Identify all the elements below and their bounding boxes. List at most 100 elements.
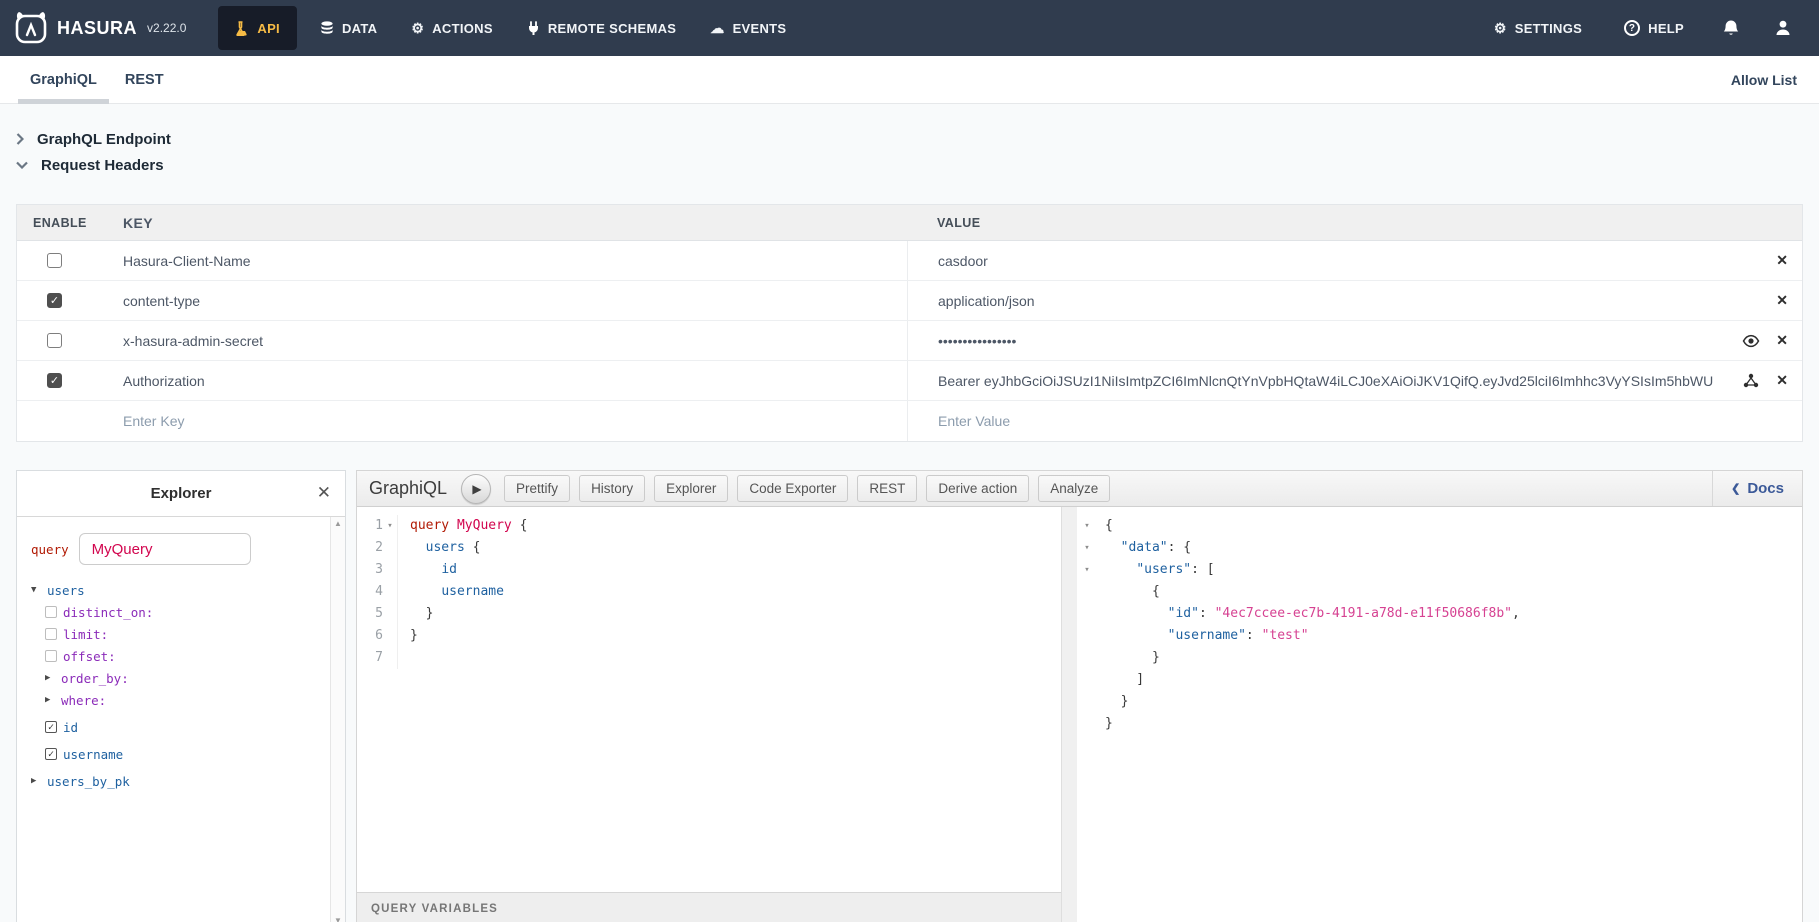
triangle-right-icon: ▶ — [45, 673, 55, 683]
graphql-endpoint-section-toggle[interactable]: GraphQL Endpoint — [16, 128, 1803, 150]
graphiql-card: GraphiQL ▶ Prettify History Explorer Cod… — [356, 470, 1803, 922]
nav-item-settings[interactable]: ⚙ SETTINGS — [1477, 0, 1599, 56]
tab-rest[interactable]: REST — [111, 56, 178, 104]
header-key[interactable]: x-hasura-admin-secret — [105, 333, 907, 349]
triangle-right-icon: ▶ — [45, 695, 55, 705]
header-value[interactable]: casdoor — [938, 253, 1760, 269]
tree-field-users-by-pk[interactable]: ▶ users_by_pk — [31, 774, 331, 788]
scroll-down-icon[interactable]: ▼ — [334, 916, 342, 922]
brand-name: HASURA — [57, 18, 137, 39]
enable-checkbox[interactable] — [47, 253, 62, 268]
tree-arg-where[interactable]: ▶ where: — [31, 693, 331, 707]
history-button[interactable]: History — [579, 475, 645, 502]
close-explorer-icon[interactable]: ✕ — [317, 483, 331, 503]
explorer-scrollbar[interactable]: ▲ ▼ — [330, 517, 345, 922]
question-circle-icon: ? — [1624, 20, 1640, 36]
chevron-right-icon — [16, 133, 24, 145]
tree-field-username[interactable]: username — [31, 747, 331, 761]
user-icon — [1774, 19, 1792, 37]
request-headers-section-toggle[interactable]: Request Headers — [16, 154, 1803, 176]
arg-checkbox[interactable] — [45, 628, 57, 640]
code-exporter-button[interactable]: Code Exporter — [737, 475, 848, 502]
notifications-button[interactable] — [1709, 0, 1753, 56]
explorer-header: Explorer ✕ — [17, 471, 345, 517]
header-value-jwt[interactable]: Bearer eyJhbGciOiJSUzI1NiIsImtpZCI6ImNlc… — [938, 373, 1726, 389]
user-menu-button[interactable] — [1761, 0, 1805, 56]
new-header-key-input[interactable]: Enter Key — [105, 413, 907, 429]
enable-checkbox[interactable] — [47, 333, 62, 348]
database-icon — [320, 21, 334, 36]
explorer-body: query ▼ users distinct_on: limit: — [17, 517, 345, 922]
prettify-button[interactable]: Prettify — [504, 475, 570, 502]
new-header-row: Enter Key Enter Value — [17, 401, 1802, 441]
header-row-admin-secret: x-hasura-admin-secret •••••••••••••••• ✕ — [17, 321, 1802, 361]
top-nav: HASURA v2.22.0 API DATA ⚙ ACTIONS REMOTE… — [0, 0, 1819, 56]
remove-header-icon[interactable]: ✕ — [1776, 372, 1788, 389]
nav-item-data[interactable]: DATA — [303, 0, 394, 56]
field-checkbox[interactable] — [45, 721, 57, 733]
query-editor[interactable]: 1▾query MyQuery {2 users {3 id4 username… — [357, 507, 1061, 922]
remove-header-icon[interactable]: ✕ — [1776, 292, 1788, 309]
remove-header-icon[interactable]: ✕ — [1776, 252, 1788, 269]
rest-button[interactable]: REST — [857, 475, 917, 502]
enable-checkbox[interactable] — [47, 293, 62, 308]
header-key[interactable]: Authorization — [105, 373, 907, 389]
allow-list-link[interactable]: Allow List — [1731, 72, 1797, 88]
api-tabbar: GraphiQL REST Allow List — [0, 56, 1819, 104]
column-value: VALUE — [907, 205, 1802, 240]
nav-item-api[interactable]: API — [218, 6, 297, 50]
gears-icon: ⚙ — [411, 21, 424, 35]
console-version: v2.22.0 — [147, 21, 186, 35]
tree-arg-limit[interactable]: limit: — [31, 627, 331, 641]
arg-checkbox[interactable] — [45, 606, 57, 618]
arg-checkbox[interactable] — [45, 650, 57, 662]
nav-item-remote-schemas[interactable]: REMOTE SCHEMAS — [510, 0, 693, 56]
header-value-masked[interactable]: •••••••••••••••• — [938, 333, 1726, 349]
tree-field-id[interactable]: id — [31, 720, 331, 734]
hasura-logo-icon — [14, 11, 48, 45]
explorer-button[interactable]: Explorer — [654, 475, 728, 502]
nav-item-actions[interactable]: ⚙ ACTIONS — [394, 0, 509, 56]
nav-item-label: SETTINGS — [1515, 21, 1582, 36]
analyze-button[interactable]: Analyze — [1038, 475, 1110, 502]
main-content: GraphQL Endpoint Request Headers ENABLE … — [0, 128, 1819, 922]
decode-jwt-icon[interactable] — [1742, 372, 1760, 390]
pane-resize-handle[interactable] — [1061, 507, 1077, 922]
scroll-up-icon[interactable]: ▲ — [334, 519, 342, 528]
docs-button[interactable]: ❮ Docs — [1712, 471, 1802, 506]
query-variables-bar[interactable]: QUERY VARIABLES — [357, 892, 1061, 922]
query-editor-code[interactable]: 1▾query MyQuery {2 users {3 id4 username… — [357, 515, 1061, 669]
chevron-down-icon — [16, 161, 28, 169]
header-row-content-type: content-type application/json ✕ — [17, 281, 1802, 321]
gear-icon: ⚙ — [1494, 21, 1507, 35]
triangle-right-icon: ▶ — [31, 776, 41, 786]
tree-arg-distinct-on[interactable]: distinct_on: — [31, 605, 331, 619]
header-key[interactable]: content-type — [105, 293, 907, 309]
nav-item-label: EVENTS — [733, 21, 787, 36]
column-key: KEY — [105, 215, 907, 231]
query-name-input[interactable] — [79, 533, 251, 565]
response-code: ▾{▾ "data": {▾ "users": [ { "id": "4ec7c… — [1077, 515, 1802, 735]
explorer-panel: Explorer ✕ query ▼ users distinct_on: — [16, 470, 346, 922]
graphiql-toolbar: GraphiQL ▶ Prettify History Explorer Cod… — [357, 471, 1802, 507]
nav-item-events[interactable]: ☁ EVENTS — [693, 0, 803, 56]
field-checkbox[interactable] — [45, 748, 57, 760]
explorer-title: Explorer — [151, 485, 212, 502]
execute-query-button[interactable]: ▶ — [461, 474, 491, 504]
tree-arg-order-by[interactable]: ▶ order_by: — [31, 671, 331, 685]
hasura-brand[interactable]: HASURA v2.22.0 — [14, 11, 186, 45]
tab-graphiql[interactable]: GraphiQL — [16, 56, 111, 104]
nav-item-help[interactable]: ? HELP — [1607, 0, 1701, 56]
column-enable: ENABLE — [17, 216, 105, 230]
reveal-eye-icon[interactable] — [1742, 332, 1760, 350]
header-key[interactable]: Hasura-Client-Name — [105, 253, 907, 269]
remove-header-icon[interactable]: ✕ — [1776, 332, 1788, 349]
new-header-value-input[interactable]: Enter Value — [938, 413, 1788, 429]
header-value[interactable]: application/json — [938, 293, 1760, 309]
graphiql-title: GraphiQL — [369, 478, 447, 499]
tree-field-users[interactable]: ▼ users — [31, 583, 331, 597]
tree-arg-offset[interactable]: offset: — [31, 649, 331, 663]
enable-checkbox[interactable] — [47, 373, 62, 388]
derive-action-button[interactable]: Derive action — [926, 475, 1029, 502]
graphiql-workspace: Explorer ✕ query ▼ users distinct_on: — [16, 470, 1803, 922]
